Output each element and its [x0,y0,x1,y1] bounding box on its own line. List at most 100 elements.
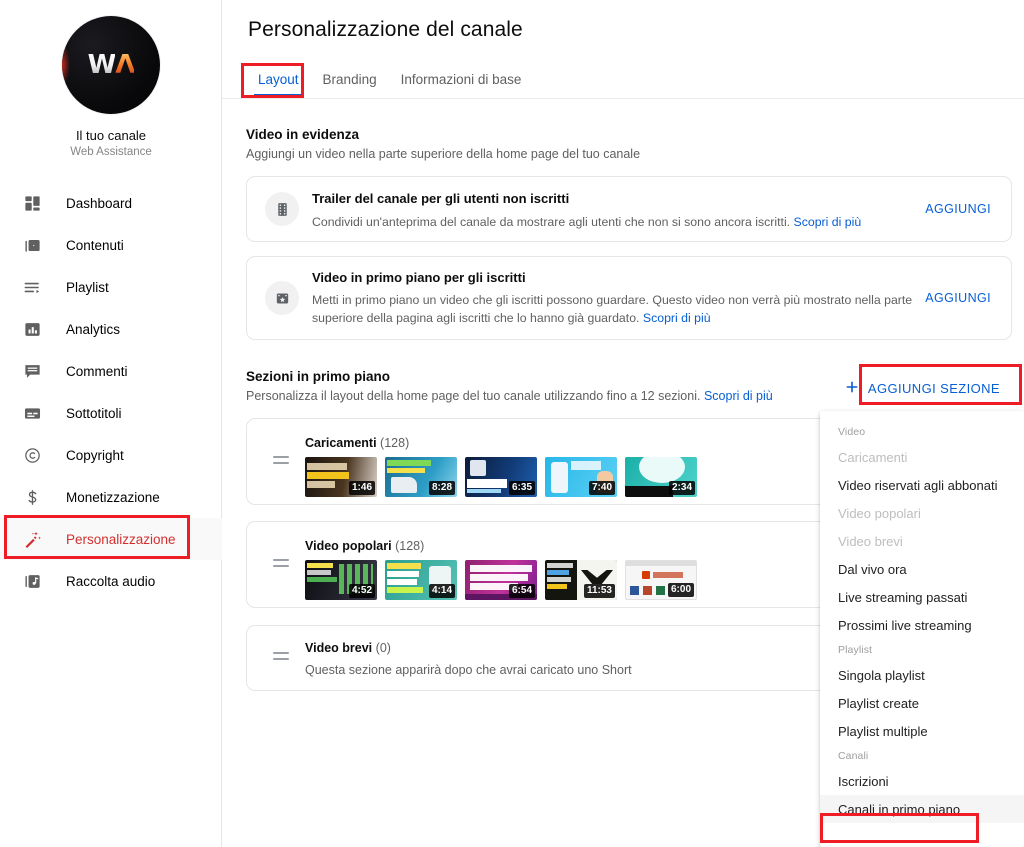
card-body: Condividi un'anteprima del canale da mos… [312,213,932,231]
dashboard-icon [20,191,44,215]
dropdown-item-video-riservati-agli-abbonati[interactable]: Video riservati agli abbonati [820,471,1024,499]
sidebar-item-sottotitoli[interactable]: Sottotitoli [0,392,222,434]
aggiungi-button[interactable]: AGGIUNGI [925,291,991,305]
section-row-title: Video brevi (0) [305,641,391,655]
sidebar-label: Contenuti [66,237,124,253]
video-thumbnail[interactable]: 1:46 [305,457,377,497]
card-body-text: Metti in primo piano un video che gli is… [312,293,913,325]
learn-more-link[interactable]: Scopri di più [794,215,862,229]
add-section-button[interactable]: AGGIUNGI SEZIONE [832,371,1012,406]
video-thumbnail[interactable]: 6:00 [625,560,697,600]
video-duration: 2:34 [668,481,695,495]
video-duration: 4:52 [348,584,375,598]
dropdown-item-dal-vivo-ora[interactable]: Dal vivo ora [820,555,1024,583]
channel-name: Il tuo canale [75,128,147,143]
drag-handle-icon[interactable] [273,455,289,468]
tab-label: Layout [258,72,299,87]
dropdown-item-playlist-multiple[interactable]: Playlist multiple [820,717,1024,745]
featured-sections-description-text: Personalizza il layout della home page d… [246,389,701,403]
thumbnail-strip: 4:52 4:14 6:54 11:53 6:00 [305,560,697,600]
dropdown-item-canali-in-primo-piano[interactable]: Canali in primo piano [820,795,1024,823]
dropdown-group-label-playlist: Playlist [838,644,873,656]
dropdown-group-label-video: Video [838,426,866,438]
analytics-bar-icon [20,317,44,341]
thumbnail-strip: 1:46 8:28 6:35 7:40 2:34 [305,457,697,497]
featured-video-description: Aggiungi un video nella parte superiore … [246,147,641,161]
dropdown-item-singola-playlist[interactable]: Singola playlist [820,661,1024,689]
video-thumbnail[interactable]: 4:52 [305,560,377,600]
video-thumbnail[interactable]: 2:34 [625,457,697,497]
dropdown-item-iscrizioni[interactable]: Iscrizioni [820,767,1024,795]
video-duration: 6:00 [667,583,694,597]
section-row-name: Video popolari [305,539,392,553]
tab-branding[interactable]: Branding [311,66,389,97]
trailer-card[interactable]: Trailer del canale per gli utenti non is… [246,176,1012,242]
tab-informazioni-di-base[interactable]: Informazioni di base [389,66,534,97]
playlist-icon [20,275,44,299]
section-row-name: Video brevi [305,641,373,655]
dropdown-item-caricamenti: Caricamenti [838,449,908,465]
featured-video-heading: Video in evidenza [246,127,360,142]
sidebar-item-personalizzazione[interactable]: Personalizzazione [0,518,222,560]
card-title: Trailer del canale per gli utenti non is… [312,191,570,206]
tab-divider [222,98,1024,99]
sidebar-label: Playlist [66,279,109,295]
video-thumbnail[interactable]: 6:54 [465,560,537,600]
aggiungi-button[interactable]: AGGIUNGI [925,202,991,216]
dropdown-item-prossimi-live-streaming[interactable]: Prossimi live streaming [820,611,1024,639]
sidebar-label: Raccolta audio [66,573,156,589]
learn-more-link[interactable]: Scopri di più [704,389,773,403]
video-duration: 8:28 [428,481,455,495]
content-video-icon [20,233,44,257]
sidebar-item-analytics[interactable]: Analytics [0,308,222,350]
sidebar-label: Dashboard [66,195,133,211]
video-thumbnail[interactable]: 4:14 [385,560,457,600]
dropdown-item-video-popolari: Video popolari [838,505,921,521]
video-duration: 7:40 [588,481,615,495]
section-row-title: Caricamenti (128) [305,436,409,450]
sidebar-label: Monetizzazione [66,489,160,505]
video-thumbnail[interactable]: 7:40 [545,457,617,497]
youtube-studio-customization-page: WΛ Il tuo canale Web Assistance Dashboar… [0,0,1024,847]
tab-label: Branding [322,72,377,87]
comment-icon [20,359,44,383]
sidebar: WΛ Il tuo canale Web Assistance Dashboar… [0,0,222,847]
card-title: Video in primo piano per gli iscritti [312,270,526,285]
avatar[interactable]: WΛ [62,16,160,114]
subtitles-icon [20,401,44,425]
tab-layout[interactable]: Layout [246,66,311,97]
section-row-subtitle: Questa sezione apparirà dopo che avrai c… [305,663,632,677]
video-duration: 6:54 [508,584,535,598]
film-strip-icon [265,192,299,226]
sidebar-item-playlist[interactable]: Playlist [0,266,222,308]
tab-label: Informazioni di base [400,72,522,87]
dropdown-item-live-streaming-passati[interactable]: Live streaming passati [820,583,1024,611]
add-section-label: AGGIUNGI SEZIONE [867,381,1000,396]
featured-sections-heading: Sezioni in primo piano [246,369,391,384]
sidebar-item-monetizzazione[interactable]: Monetizzazione [0,476,222,518]
learn-more-link[interactable]: Scopri di più [643,311,711,325]
dropdown-group-label-canali: Canali [838,750,869,762]
video-thumbnail[interactable]: 11:53 [545,560,617,600]
magic-wand-icon [20,527,44,551]
featured-video-card[interactable]: Video in primo piano per gli iscritti Me… [246,256,1012,340]
copyright-icon [20,443,44,467]
channel-subtitle: Web Assistance [70,146,152,158]
dropdown-item-playlist-create[interactable]: Playlist create [820,689,1024,717]
add-section-dropdown-menu: Video Caricamenti Video riservati agli a… [820,411,1024,847]
drag-handle-icon[interactable] [273,558,289,571]
sidebar-item-contenuti[interactable]: Contenuti [0,224,222,266]
sidebar-item-raccolta-audio[interactable]: Raccolta audio [0,560,222,602]
sidebar-item-commenti[interactable]: Commenti [0,350,222,392]
video-thumbnail[interactable]: 8:28 [385,457,457,497]
sidebar-item-copyright[interactable]: Copyright [0,434,222,476]
video-thumbnail[interactable]: 6:35 [465,457,537,497]
video-duration: 11:53 [583,584,615,598]
drag-handle-icon[interactable] [273,652,289,664]
plus-icon [844,379,860,398]
sidebar-label: Copyright [66,447,124,463]
sidebar-item-dashboard[interactable]: Dashboard [0,182,222,224]
logo-letter-a: Λ [115,50,135,80]
video-duration: 4:14 [428,584,455,598]
video-duration: 6:35 [508,481,535,495]
